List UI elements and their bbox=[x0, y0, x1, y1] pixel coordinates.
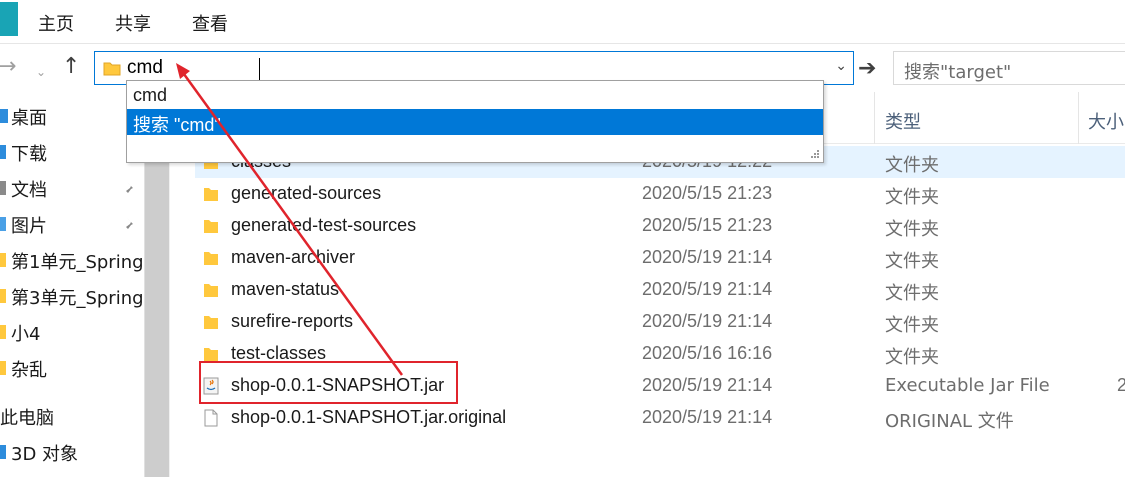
column-header-type[interactable]: 类型 bbox=[885, 108, 921, 134]
sidebar-item-3d-objects[interactable]: 3D 对象 bbox=[0, 434, 144, 470]
up-arrow-icon[interactable]: ↑ bbox=[62, 56, 80, 78]
sidebar-item-downloads[interactable]: 下载 bbox=[0, 134, 144, 170]
folder-icon bbox=[204, 188, 218, 201]
file-type: 文件夹 bbox=[885, 283, 939, 304]
file-type: 文件夹 bbox=[885, 187, 939, 208]
chevron-down-icon[interactable]: ⌄ bbox=[835, 58, 847, 74]
file-date: 2020/5/19 21:14 bbox=[642, 311, 773, 331]
file-date: 2020/5/19 21:14 bbox=[642, 407, 773, 427]
desktop-icon bbox=[0, 109, 8, 123]
folder-icon bbox=[103, 62, 121, 76]
file-type: 文件夹 bbox=[885, 315, 939, 336]
file-name: generated-test-sources bbox=[231, 215, 417, 235]
address-autocomplete-dropdown: cmd 搜索 "cmd" bbox=[126, 80, 824, 163]
file-row-generated-test-sources[interactable]: generated-test-sources 2020/5/15 21:23 文… bbox=[195, 210, 1125, 242]
column-header-size[interactable]: 大小 bbox=[1088, 108, 1124, 134]
navigation-pane: 桌面 下载 文档 图片 第1单元_Spring 第3单元_Spring 小4 杂… bbox=[0, 92, 144, 477]
folder-icon bbox=[204, 316, 218, 329]
folder-icon bbox=[0, 361, 6, 375]
file-name: maven-status bbox=[231, 279, 340, 299]
autocomplete-item-search-cmd[interactable]: 搜索 "cmd" bbox=[127, 109, 823, 135]
autocomplete-item-cmd[interactable]: cmd bbox=[127, 83, 823, 109]
file-size: 2 bbox=[1117, 375, 1125, 395]
3d-objects-icon bbox=[0, 445, 6, 459]
sidebar-item-misc[interactable]: 杂乱 bbox=[0, 350, 144, 386]
sidebar-item-label: 小4 bbox=[11, 324, 41, 345]
sidebar-item-this-pc[interactable]: 此电脑 bbox=[0, 398, 144, 434]
tab-home[interactable]: 主页 bbox=[38, 10, 74, 36]
document-icon bbox=[0, 181, 6, 195]
file-tab[interactable] bbox=[0, 2, 18, 36]
file-row-maven-status[interactable]: maven-status 2020/5/19 21:14 文件夹 bbox=[195, 274, 1125, 306]
sidebar-item-label: 文档 bbox=[11, 180, 47, 201]
sidebar-item-label: 下载 bbox=[11, 144, 47, 165]
sidebar-item-pictures[interactable]: 图片 bbox=[0, 206, 144, 242]
sidebar-item-label: 图片 bbox=[11, 216, 47, 237]
ribbon: 主页 共享 查看 bbox=[0, 0, 1125, 44]
sidebar-item-xiao4[interactable]: 小4 bbox=[0, 314, 144, 350]
text-caret bbox=[259, 58, 260, 80]
sidebar-item-label: 第1单元_Spring bbox=[11, 252, 144, 273]
folder-icon bbox=[204, 220, 218, 233]
file-name: surefire-reports bbox=[231, 311, 354, 331]
sidebar-item-documents[interactable]: 文档 bbox=[0, 170, 144, 206]
file-type: Executable Jar File bbox=[885, 375, 1050, 396]
folder-icon bbox=[204, 252, 218, 265]
file-icon bbox=[204, 409, 218, 427]
column-divider[interactable] bbox=[1078, 92, 1079, 144]
tab-view[interactable]: 查看 bbox=[192, 10, 228, 36]
file-type: ORIGINAL 文件 bbox=[885, 411, 1014, 432]
sidebar-item-label: 此电脑 bbox=[0, 408, 54, 429]
pin-icon bbox=[126, 182, 133, 193]
file-date: 2020/5/16 16:16 bbox=[642, 343, 773, 363]
file-row-surefire-reports[interactable]: surefire-reports 2020/5/19 21:14 文件夹 bbox=[195, 306, 1125, 338]
search-placeholder: 搜索"target" bbox=[904, 62, 1012, 83]
sidebar-item-label: 第3单元_Spring bbox=[11, 288, 144, 309]
file-type: 文件夹 bbox=[885, 347, 939, 368]
download-icon bbox=[0, 145, 6, 159]
file-date: 2020/5/19 21:14 bbox=[642, 375, 773, 395]
file-row-generated-sources[interactable]: generated-sources 2020/5/15 21:23 文件夹 bbox=[195, 178, 1125, 210]
file-date: 2020/5/19 21:14 bbox=[642, 247, 773, 267]
search-input[interactable]: 搜索"target" bbox=[893, 51, 1125, 85]
resize-grip-icon[interactable] bbox=[810, 149, 820, 159]
file-date: 2020/5/15 21:23 bbox=[642, 183, 773, 203]
folder-icon bbox=[0, 289, 6, 303]
file-date: 2020/5/15 21:23 bbox=[642, 215, 773, 235]
address-input[interactable]: cmd bbox=[127, 57, 163, 79]
folder-icon bbox=[0, 325, 6, 339]
file-type: 文件夹 bbox=[885, 219, 939, 240]
file-name: generated-sources bbox=[231, 183, 382, 203]
folder-icon bbox=[0, 253, 6, 267]
file-type: 文件夹 bbox=[885, 155, 939, 176]
file-row-maven-archiver[interactable]: maven-archiver 2020/5/19 21:14 文件夹 bbox=[195, 242, 1125, 274]
scrollbar-thumb[interactable] bbox=[145, 152, 169, 477]
file-row-shop-jar-original[interactable]: shop-0.0.1-SNAPSHOT.jar.original 2020/5/… bbox=[195, 402, 1125, 434]
file-type: 文件夹 bbox=[885, 251, 939, 272]
folder-icon bbox=[204, 284, 218, 297]
pin-icon bbox=[126, 218, 133, 229]
picture-icon bbox=[0, 217, 6, 231]
file-name: maven-archiver bbox=[231, 247, 356, 267]
sidebar-item-unit3[interactable]: 第3单元_Spring bbox=[0, 278, 144, 314]
annotation-highlight-box bbox=[199, 361, 458, 404]
file-name: shop-0.0.1-SNAPSHOT.jar.original bbox=[231, 407, 507, 427]
sidebar-item-unit1[interactable]: 第1单元_Spring bbox=[0, 242, 144, 278]
file-date: 2020/5/19 21:14 bbox=[642, 279, 773, 299]
sidebar-item-desktop[interactable]: 桌面 bbox=[0, 98, 144, 134]
column-divider[interactable] bbox=[874, 92, 875, 144]
sidebar-item-label: 桌面 bbox=[11, 108, 47, 129]
tab-share[interactable]: 共享 bbox=[115, 10, 151, 36]
sidebar-item-label: 3D 对象 bbox=[11, 444, 79, 465]
forward-arrow-icon[interactable]: → bbox=[0, 56, 16, 78]
go-arrow-icon[interactable]: ➔ bbox=[858, 56, 876, 81]
sidebar-item-label: 杂乱 bbox=[11, 360, 47, 381]
recent-locations-chevron-icon[interactable]: ⌄ bbox=[36, 61, 46, 83]
